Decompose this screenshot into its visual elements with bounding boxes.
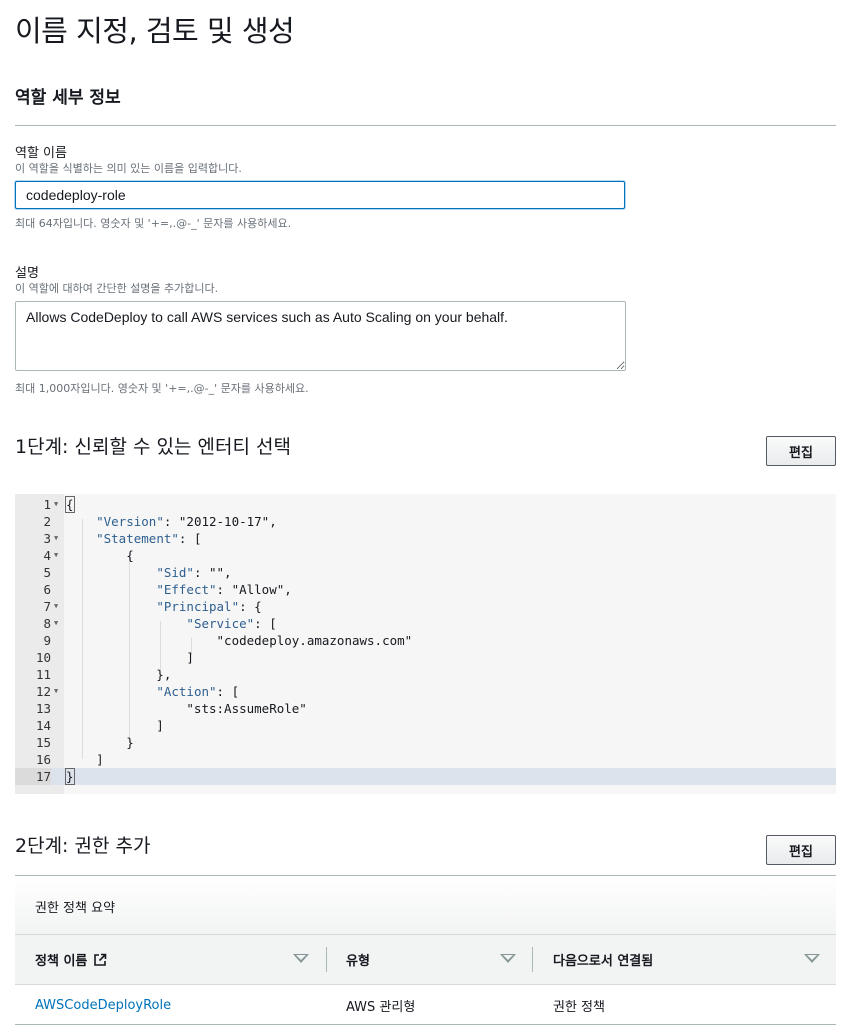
permissions-table: 권한 정책 요약 정책 이름 유형 다음으로서 연결됨 AWSCodeDeplo… — [15, 875, 836, 1025]
description-textarea[interactable]: Allows CodeDeploy to call AWS services s… — [15, 301, 626, 371]
caret-down-icon[interactable]: ▼ — [54, 496, 58, 513]
code-text: "codedeploy.amazonaws.com" — [66, 633, 413, 648]
caret-down-icon[interactable]: ▼ — [54, 530, 58, 547]
code-text: { — [65, 496, 75, 513]
code-line: 2 "Version": "2012-10-17", — [15, 513, 836, 530]
column-header-type[interactable]: 유형 — [346, 935, 526, 984]
external-link-icon — [93, 953, 107, 967]
policy-attached-as: 권한 정책 — [553, 999, 605, 1015]
code-text: }, — [66, 667, 172, 682]
code-text: "Version": "2012-10-17", — [96, 514, 277, 529]
code-line: 7 ▼ "Principal": { — [15, 598, 836, 615]
code-line: 14 ] — [15, 717, 836, 734]
code-line: 12 ▼ "Action": [ — [15, 683, 836, 700]
step2-edit-button[interactable]: 편집 — [766, 835, 836, 865]
role-name-hint: 최대 64자입니다. 영숫자 및 '+=,.@-_' 문자를 사용하세요. — [15, 217, 292, 230]
description-hint: 최대 1,000자입니다. 영숫자 및 '+=,.@-_' 문자를 사용하세요. — [15, 382, 309, 395]
column-header-row: 정책 이름 유형 다음으로서 연결됨 — [15, 935, 836, 985]
code-line: 13 "sts:AssumeRole" — [15, 700, 836, 717]
code-text: ] — [66, 718, 164, 733]
caret-down-icon[interactable]: ▼ — [54, 598, 58, 615]
line-number: 1 — [43, 497, 51, 512]
code-text: } — [66, 735, 134, 750]
column-label: 다음으로서 연결됨 — [553, 954, 654, 969]
table-title: 권한 정책 요약 — [35, 901, 116, 916]
line-number: 3 — [43, 531, 51, 546]
policy-type: AWS 관리형 — [346, 999, 416, 1015]
role-name-label: 역할 이름 — [15, 146, 67, 161]
line-number: 8 — [43, 616, 51, 631]
code-text: "Principal": { — [156, 599, 262, 614]
column-label: 유형 — [346, 954, 370, 969]
caret-down-icon[interactable]: ▼ — [54, 615, 58, 632]
code-line: 1 ▼ { — [15, 496, 836, 513]
policy-name-link[interactable]: AWSCodeDeployRole — [35, 985, 171, 1025]
description-label: 설명 — [15, 266, 39, 281]
code-line: 11 }, — [15, 666, 836, 683]
code-line: 9 "codedeploy.amazonaws.com" — [15, 632, 836, 649]
role-name-input[interactable] — [15, 181, 625, 209]
role-name-description: 이 역할을 식별하는 의미 있는 이름을 입력합니다. — [15, 162, 242, 175]
column-label: 정책 이름 — [35, 954, 88, 969]
role-details-title: 역할 세부 정보 — [15, 88, 121, 108]
code-line: 6 "Effect": "Allow", — [15, 581, 836, 598]
trust-policy-editor[interactable]: 1 ▼{2 "Version": "2012-10-17", 3 ▼ "Stateme… — [15, 494, 836, 794]
code-text: "Effect": "Allow", — [156, 582, 292, 597]
line-number: 6 — [43, 582, 51, 597]
code-text: "Statement": [ — [96, 531, 202, 546]
section-divider — [15, 125, 836, 126]
code-text: ] — [66, 752, 104, 767]
column-header-policy-name[interactable]: 정책 이름 — [35, 935, 325, 984]
step1-edit-button[interactable]: 편집 — [766, 436, 836, 466]
column-separator — [532, 947, 533, 972]
page-title: 이름 지정, 검토 및 생성 — [15, 14, 295, 48]
code-text: "Action": [ — [156, 684, 240, 699]
column-separator — [326, 947, 327, 972]
caret-down-icon[interactable]: ▼ — [54, 683, 58, 700]
line-number: 14 — [35, 718, 51, 733]
line-number: 15 — [35, 735, 51, 750]
code-text: { — [66, 548, 134, 563]
line-number: 12 — [35, 684, 51, 699]
code-text: "Sid": "", — [156, 565, 232, 580]
code-text: ] — [66, 650, 194, 665]
caret-down-icon[interactable]: ▼ — [54, 547, 58, 564]
line-number: 11 — [35, 667, 51, 682]
step1-title: 1단계: 신뢰할 수 있는 엔터티 선택 — [15, 436, 291, 458]
code-line: 3 ▼ "Statement": [ — [15, 530, 836, 547]
line-number: 17 — [15, 768, 51, 785]
sort-down-icon[interactable] — [500, 954, 516, 963]
line-number: 2 — [43, 514, 51, 529]
code-line: 5 "Sid": "", — [15, 564, 836, 581]
code-text: } — [65, 768, 75, 785]
table-header: 권한 정책 요약 — [15, 876, 836, 935]
code-line: 17} — [15, 768, 836, 785]
sort-down-icon[interactable] — [804, 954, 820, 963]
line-number: 5 — [43, 565, 51, 580]
code-line: 8 ▼ "Service": [ — [15, 615, 836, 632]
code-line: 4 ▼ { — [15, 547, 836, 564]
line-number: 9 — [43, 633, 51, 648]
line-number: 16 — [35, 752, 51, 767]
code-line: 16 ] — [15, 751, 836, 768]
line-number: 10 — [35, 650, 51, 665]
step2-title: 2단계: 권한 추가 — [15, 835, 151, 857]
sort-down-icon[interactable] — [293, 954, 309, 963]
column-header-attached-as[interactable]: 다음으로서 연결됨 — [553, 935, 793, 984]
description-help: 이 역할에 대하여 간단한 설명을 추가합니다. — [15, 282, 219, 295]
line-number: 4 — [43, 548, 51, 563]
code-line: 10 ] — [15, 649, 836, 666]
code-text: "Service": [ — [186, 616, 277, 631]
line-number: 13 — [35, 701, 51, 716]
line-number: 7 — [43, 599, 51, 614]
code-line: 15 } — [15, 734, 836, 751]
code-text: "sts:AssumeRole" — [66, 701, 307, 716]
